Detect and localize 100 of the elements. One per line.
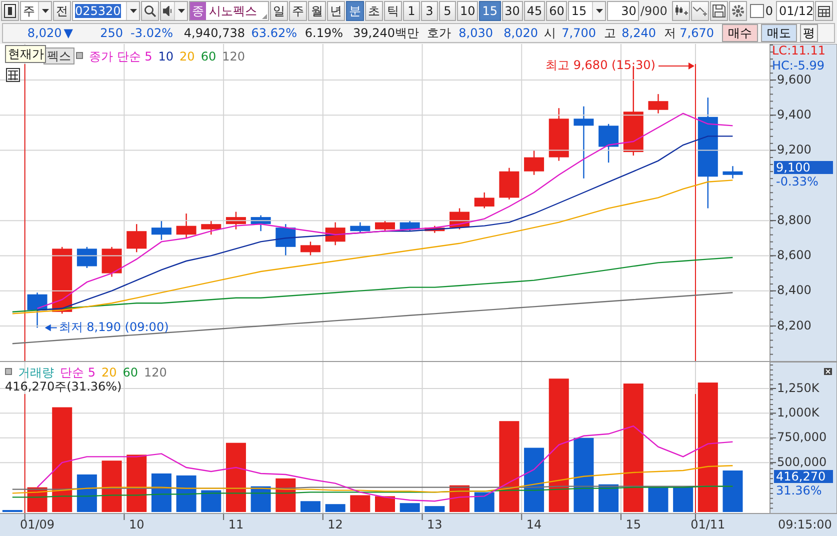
- search-button[interactable]: [141, 1, 159, 21]
- volume-tag: 416,270: [774, 469, 833, 484]
- trend-arrow: ▼: [64, 26, 73, 40]
- interval-tab[interactable]: 1: [403, 1, 420, 21]
- candle: [499, 168, 520, 200]
- close-icon[interactable]: [824, 368, 832, 375]
- resize-grip-icon: [262, 14, 267, 19]
- period-tab[interactable]: 일: [270, 1, 288, 21]
- axis-label: 11: [228, 517, 244, 532]
- quote-label: 저: [664, 24, 676, 42]
- legend-label: 단순 5: [60, 365, 96, 380]
- speaker-dropdown[interactable]: [160, 1, 188, 21]
- axis-note: HC:-5.99: [772, 58, 824, 72]
- grid-icon[interactable]: [6, 68, 20, 82]
- code-field[interactable]: 025320: [72, 1, 140, 21]
- high-price-note: 최고 9,680 (15:30): [546, 58, 656, 72]
- toolbar-button[interactable]: [710, 1, 728, 21]
- volume-bar: [350, 495, 370, 512]
- candle: [76, 246, 97, 268]
- candle: [102, 246, 122, 277]
- panel-button[interactable]: [1, 1, 19, 21]
- panel-icon: [4, 4, 16, 18]
- total-count: /900: [640, 4, 668, 18]
- period-tab[interactable]: 주: [289, 1, 307, 21]
- candle: [400, 220, 420, 232]
- period-tab[interactable]: 분: [346, 1, 364, 21]
- checkbox[interactable]: [750, 4, 764, 18]
- quote-value: 8,020: [504, 26, 538, 40]
- candle: [375, 220, 395, 232]
- volume-bar: [201, 490, 222, 512]
- volume-bar: [648, 487, 668, 512]
- candle: [548, 108, 569, 161]
- price-tag: 9,100: [774, 160, 833, 174]
- speaker-icon: [163, 6, 173, 16]
- volume-reading: 416,270주(31.36%): [5, 379, 122, 394]
- quote-label: 호가: [427, 24, 451, 42]
- axis-label: 01/11: [690, 517, 726, 532]
- volume-bar: [276, 478, 296, 512]
- candle: [226, 212, 246, 230]
- interval-tab[interactable]: 60: [546, 1, 568, 21]
- stock-name-field[interactable]: 종 시노펙스: [189, 1, 269, 21]
- legend-label: 120: [144, 365, 167, 380]
- volume-bar: [151, 473, 172, 512]
- period-tab[interactable]: 월: [308, 1, 326, 21]
- save-icon: [712, 4, 726, 18]
- volume-bar: [474, 492, 494, 512]
- change-label: 31.36%: [776, 483, 822, 498]
- toolbar-button[interactable]: [691, 1, 710, 21]
- quote-value: 8,030: [458, 26, 493, 40]
- calendar-icon: [818, 6, 830, 16]
- order-button[interactable]: 평: [800, 24, 818, 42]
- count-field[interactable]: 30: [607, 1, 640, 21]
- tooltip: 현재가: [5, 45, 46, 63]
- market-dropdown[interactable]: 주: [20, 1, 52, 21]
- sell-button[interactable]: 매도: [761, 24, 797, 42]
- interval-tab[interactable]: 3: [421, 1, 438, 21]
- axis-label: 1,250K: [777, 380, 820, 395]
- candle: [201, 220, 222, 235]
- volume-bar: [300, 501, 320, 512]
- legend-label: 종가 단순 5: [89, 49, 152, 64]
- axis-note: LC:11.11: [772, 44, 826, 58]
- panel-handle-icon[interactable]: [5, 368, 12, 375]
- candle: [474, 192, 494, 208]
- candle: [126, 224, 147, 252]
- date-field[interactable]: 01/12: [776, 1, 814, 21]
- low-price-note: 최저 8,190 (09:00): [58, 320, 169, 334]
- candle: [350, 222, 370, 233]
- checkbox-label: 0: [765, 4, 773, 18]
- candle: [27, 292, 48, 328]
- volume-bar: [176, 475, 196, 512]
- interval-tab[interactable]: 5: [439, 1, 456, 21]
- interval-tab[interactable]: 15: [479, 1, 501, 21]
- candle: [450, 208, 470, 230]
- period-tab[interactable]: 틱: [384, 1, 402, 21]
- volume-bar: [424, 506, 445, 512]
- series-name-button[interactable]: 펙스: [44, 48, 74, 64]
- panel-handle-icon[interactable]: [76, 52, 83, 59]
- period-tab[interactable]: 년: [327, 1, 345, 21]
- buy-button[interactable]: 매수: [722, 24, 758, 42]
- interval-dropdown[interactable]: 15: [568, 1, 606, 21]
- interval-tab[interactable]: 10: [457, 1, 478, 21]
- axis-label: 01/09: [20, 517, 55, 532]
- calendar-button[interactable]: [815, 1, 833, 21]
- volume-bar: [250, 486, 271, 512]
- legend-label: 20: [180, 49, 195, 64]
- previous-button[interactable]: 전: [53, 1, 71, 21]
- interval-tab[interactable]: 45: [524, 1, 546, 21]
- candle: [176, 214, 196, 238]
- legend-label: 10: [158, 49, 174, 64]
- quote-value: 7,700: [562, 26, 596, 40]
- interval-tab[interactable]: 30: [502, 1, 523, 21]
- candle: [648, 94, 668, 114]
- toolbar-button[interactable]: [729, 1, 748, 21]
- period-tab[interactable]: 초: [365, 1, 383, 21]
- legend-label: 60: [122, 365, 138, 380]
- axis-label: 9,600: [777, 72, 812, 86]
- toolbar-button[interactable]: [672, 1, 690, 21]
- quote-value: 8,020: [27, 26, 62, 40]
- quote-value: 7,670: [680, 26, 714, 40]
- caret-icon: [130, 9, 136, 13]
